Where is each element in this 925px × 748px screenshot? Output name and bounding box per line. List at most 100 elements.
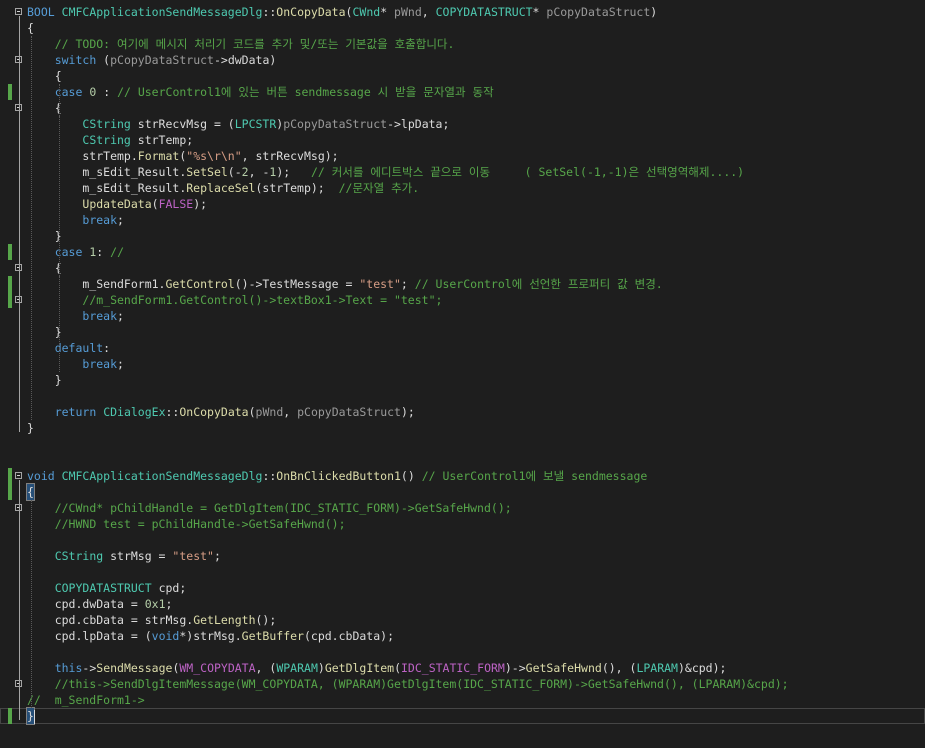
code-line[interactable]: CString strMsg = "test"; [0, 548, 925, 564]
code-token: { [27, 21, 34, 35]
code-token: CDialogEx [103, 405, 166, 419]
code-token: return [54, 405, 97, 419]
code-token: strRecvMsg = ( [130, 117, 235, 131]
line-gutter [0, 84, 26, 100]
code-token: -> [213, 53, 228, 67]
code-line[interactable]: m_sEdit_Result.SetSel(-2, -1); // 커서를 에디… [0, 164, 925, 180]
code-line[interactable]: case 1: // [0, 244, 925, 260]
code-token: strTemp; [130, 133, 194, 147]
code-line[interactable]: void CMFCApplicationSendMessageDlg::OnBn… [0, 468, 925, 484]
change-marker-icon [8, 276, 12, 292]
code-line[interactable]: break; [0, 308, 925, 324]
code-token: void [27, 469, 55, 483]
code-text: strTemp.Format("%s\r\n", strRecvMsg); [27, 148, 338, 164]
code-line[interactable]: cpd.dwData = 0x1; [0, 596, 925, 612]
code-line[interactable]: //this->SendDlgItemMessage(WM_COPYDATA, … [0, 676, 925, 692]
code-line[interactable]: } [0, 707, 925, 725]
code-editor[interactable]: BOOL CMFCApplicationSendMessageDlg::OnCo… [0, 0, 925, 748]
indent-guide [31, 500, 32, 708]
code-line[interactable] [0, 388, 925, 404]
code-line[interactable]: m_SendForm1.GetControl()->TestMessage = … [0, 276, 925, 292]
code-token: WM_COPYDATA [179, 661, 256, 675]
code-line[interactable]: strTemp.Format("%s\r\n", strRecvMsg); [0, 148, 925, 164]
line-gutter [0, 148, 26, 164]
code-token: * [532, 5, 547, 19]
line-gutter [0, 500, 26, 516]
code-line[interactable]: COPYDATASTRUCT cpd; [0, 580, 925, 596]
code-line[interactable] [0, 436, 925, 452]
line-gutter [0, 612, 26, 628]
code-line[interactable]: BOOL CMFCApplicationSendMessageDlg::OnCo… [0, 4, 925, 20]
code-line[interactable]: CString strTemp; [0, 132, 925, 148]
code-line[interactable]: } [0, 228, 925, 244]
code-token: m_SendForm1. [27, 277, 166, 291]
code-text: { [27, 260, 62, 276]
code-token: break [82, 357, 118, 371]
code-line[interactable]: cpd.cbData = strMsg.GetLength(); [0, 612, 925, 628]
code-token: COPYDATASTRUCT [435, 5, 533, 19]
code-line[interactable]: return CDialogEx::OnCopyData(pWnd, pCopy… [0, 404, 925, 420]
code-text: //HWND test = pChildHandle->GetSafeHwnd(… [27, 516, 346, 532]
code-token: CWnd [352, 5, 381, 19]
code-line[interactable]: { [0, 20, 925, 36]
code-line[interactable]: //CWnd* pChildHandle = GetDlgItem(IDC_ST… [0, 500, 925, 516]
code-line[interactable]: } [0, 372, 925, 388]
code-line[interactable]: // m_SendForm1-> [0, 692, 925, 708]
code-line[interactable]: //m_SendForm1.GetControl()->textBox1->Te… [0, 292, 925, 308]
line-gutter [0, 484, 26, 500]
collapse-minus-icon[interactable] [15, 8, 22, 15]
code-token: m_sEdit_Result. [27, 181, 187, 195]
code-token: :: [262, 469, 277, 483]
fold-region-line [19, 480, 20, 720]
code-line[interactable]: { [0, 260, 925, 276]
code-line[interactable] [0, 644, 925, 660]
code-token: break [82, 309, 118, 323]
code-token: )-> [504, 661, 526, 675]
line-gutter [0, 660, 26, 676]
code-line[interactable]: CString strRecvMsg = (LPCSTR)pCopyDataSt… [0, 116, 925, 132]
code-token: (cpd. [303, 629, 339, 643]
code-line[interactable]: cpd.lpData = (void*)strMsg.GetBuffer(cpd… [0, 628, 925, 644]
code-line[interactable] [0, 564, 925, 580]
code-line[interactable]: //HWND test = pChildHandle->GetSafeHwnd(… [0, 516, 925, 532]
code-token: //this->SendDlgItemMessage(WM_COPYDATA, … [54, 677, 789, 691]
code-token: { [27, 101, 62, 115]
code-text: } [26, 707, 35, 725]
code-token: = [123, 597, 145, 611]
code-line[interactable]: { [0, 68, 925, 84]
code-token: break [82, 213, 118, 227]
line-gutter [0, 4, 26, 20]
code-line[interactable]: { [0, 483, 925, 501]
line-gutter [0, 324, 26, 340]
collapse-minus-icon[interactable] [15, 472, 22, 479]
code-line[interactable]: m_sEdit_Result.ReplaceSel(strTemp); //문자… [0, 180, 925, 196]
code-token: FALSE [158, 197, 194, 211]
code-line[interactable]: } [0, 324, 925, 340]
code-token: OnCopyData [179, 405, 249, 419]
code-line[interactable]: } [0, 420, 925, 436]
code-line[interactable]: { [0, 100, 925, 116]
code-token: "test" [172, 549, 214, 563]
code-token: "test" [359, 277, 401, 291]
code-line[interactable]: default: [0, 340, 925, 356]
code-line[interactable]: case 0 : // UserControl1에 있는 버튼 sendmess… [0, 84, 925, 100]
code-token: CMFCApplicationSendMessageDlg [61, 469, 263, 483]
code-token: pWnd [394, 5, 422, 19]
code-line[interactable] [0, 532, 925, 548]
line-gutter [0, 628, 26, 644]
code-text: CString strTemp; [27, 132, 193, 148]
code-text: { [27, 100, 62, 116]
code-line[interactable]: UpdateData(FALSE); [0, 196, 925, 212]
code-line[interactable]: switch (pCopyDataStruct->dwData) [0, 52, 925, 68]
code-line[interactable]: break; [0, 356, 925, 372]
line-gutter [0, 372, 26, 388]
line-gutter [0, 404, 26, 420]
code-line[interactable]: break; [0, 212, 925, 228]
code-text: break; [27, 308, 124, 324]
code-line[interactable]: this->SendMessage(WM_COPYDATA, (WPARAM)G… [0, 660, 925, 676]
code-line[interactable]: // TODO: 여기에 메시지 처리기 코드를 추가 및/또는 기본값을 호출… [0, 36, 925, 52]
code-token: cpd; [151, 581, 187, 595]
code-line[interactable] [0, 452, 925, 468]
